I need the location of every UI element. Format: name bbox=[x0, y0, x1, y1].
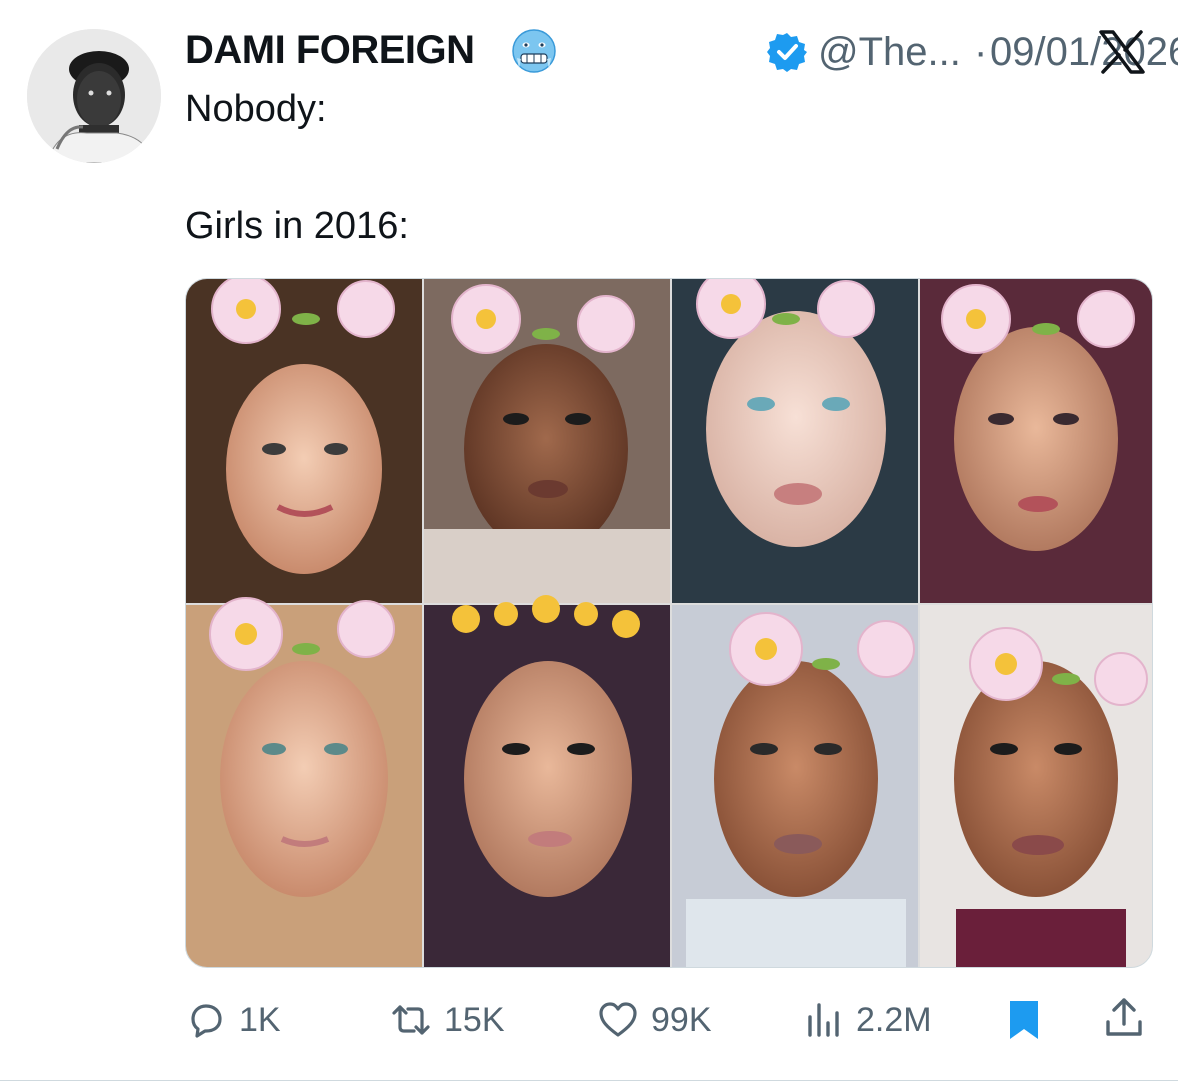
reply-icon bbox=[191, 1004, 222, 1038]
repost-icon bbox=[392, 1005, 430, 1035]
views-count: 2.2M bbox=[856, 1000, 932, 1039]
tweet-header: DAMI FOREIGN @The... · 09/01/2026 bbox=[185, 26, 1178, 76]
separator-dot: · bbox=[974, 30, 988, 74]
photo-grid bbox=[186, 279, 1152, 967]
tweet-card: DAMI FOREIGN @The... · 09/01/2026 Nobody bbox=[0, 0, 1178, 1085]
tweet-actions: 1K 15K 99K 2.2M bbox=[185, 990, 1151, 1050]
reply-count: 1K bbox=[239, 1000, 281, 1039]
share-icon[interactable] bbox=[1102, 996, 1146, 1040]
repost-button[interactable]: 15K bbox=[390, 990, 505, 1050]
x-logo-icon[interactable] bbox=[1098, 30, 1146, 74]
verified-badge-icon bbox=[767, 33, 807, 72]
avatar[interactable] bbox=[27, 29, 161, 163]
repost-count: 15K bbox=[444, 1000, 505, 1039]
like-count: 99K bbox=[651, 1000, 712, 1039]
author-name[interactable]: DAMI FOREIGN bbox=[185, 28, 475, 73]
author-handle[interactable]: @The... bbox=[818, 30, 961, 75]
heart-icon bbox=[599, 1002, 637, 1037]
tweet-date[interactable]: 09/01/2026 bbox=[990, 30, 1178, 75]
photo-tile bbox=[424, 605, 670, 967]
divider bbox=[0, 1080, 1178, 1081]
views-button[interactable]: 2.2M bbox=[802, 990, 932, 1050]
cold-face-emoji-icon bbox=[512, 29, 556, 73]
views-icon bbox=[808, 1003, 839, 1037]
like-button[interactable]: 99K bbox=[597, 990, 712, 1050]
tweet-text-line-1: Nobody: bbox=[185, 88, 327, 130]
tweet-text-line-2: Girls in 2016: bbox=[185, 205, 409, 247]
tweet-media-image[interactable] bbox=[185, 278, 1153, 968]
bookmark-icon[interactable] bbox=[1002, 998, 1046, 1042]
reply-button[interactable]: 1K bbox=[185, 990, 281, 1050]
